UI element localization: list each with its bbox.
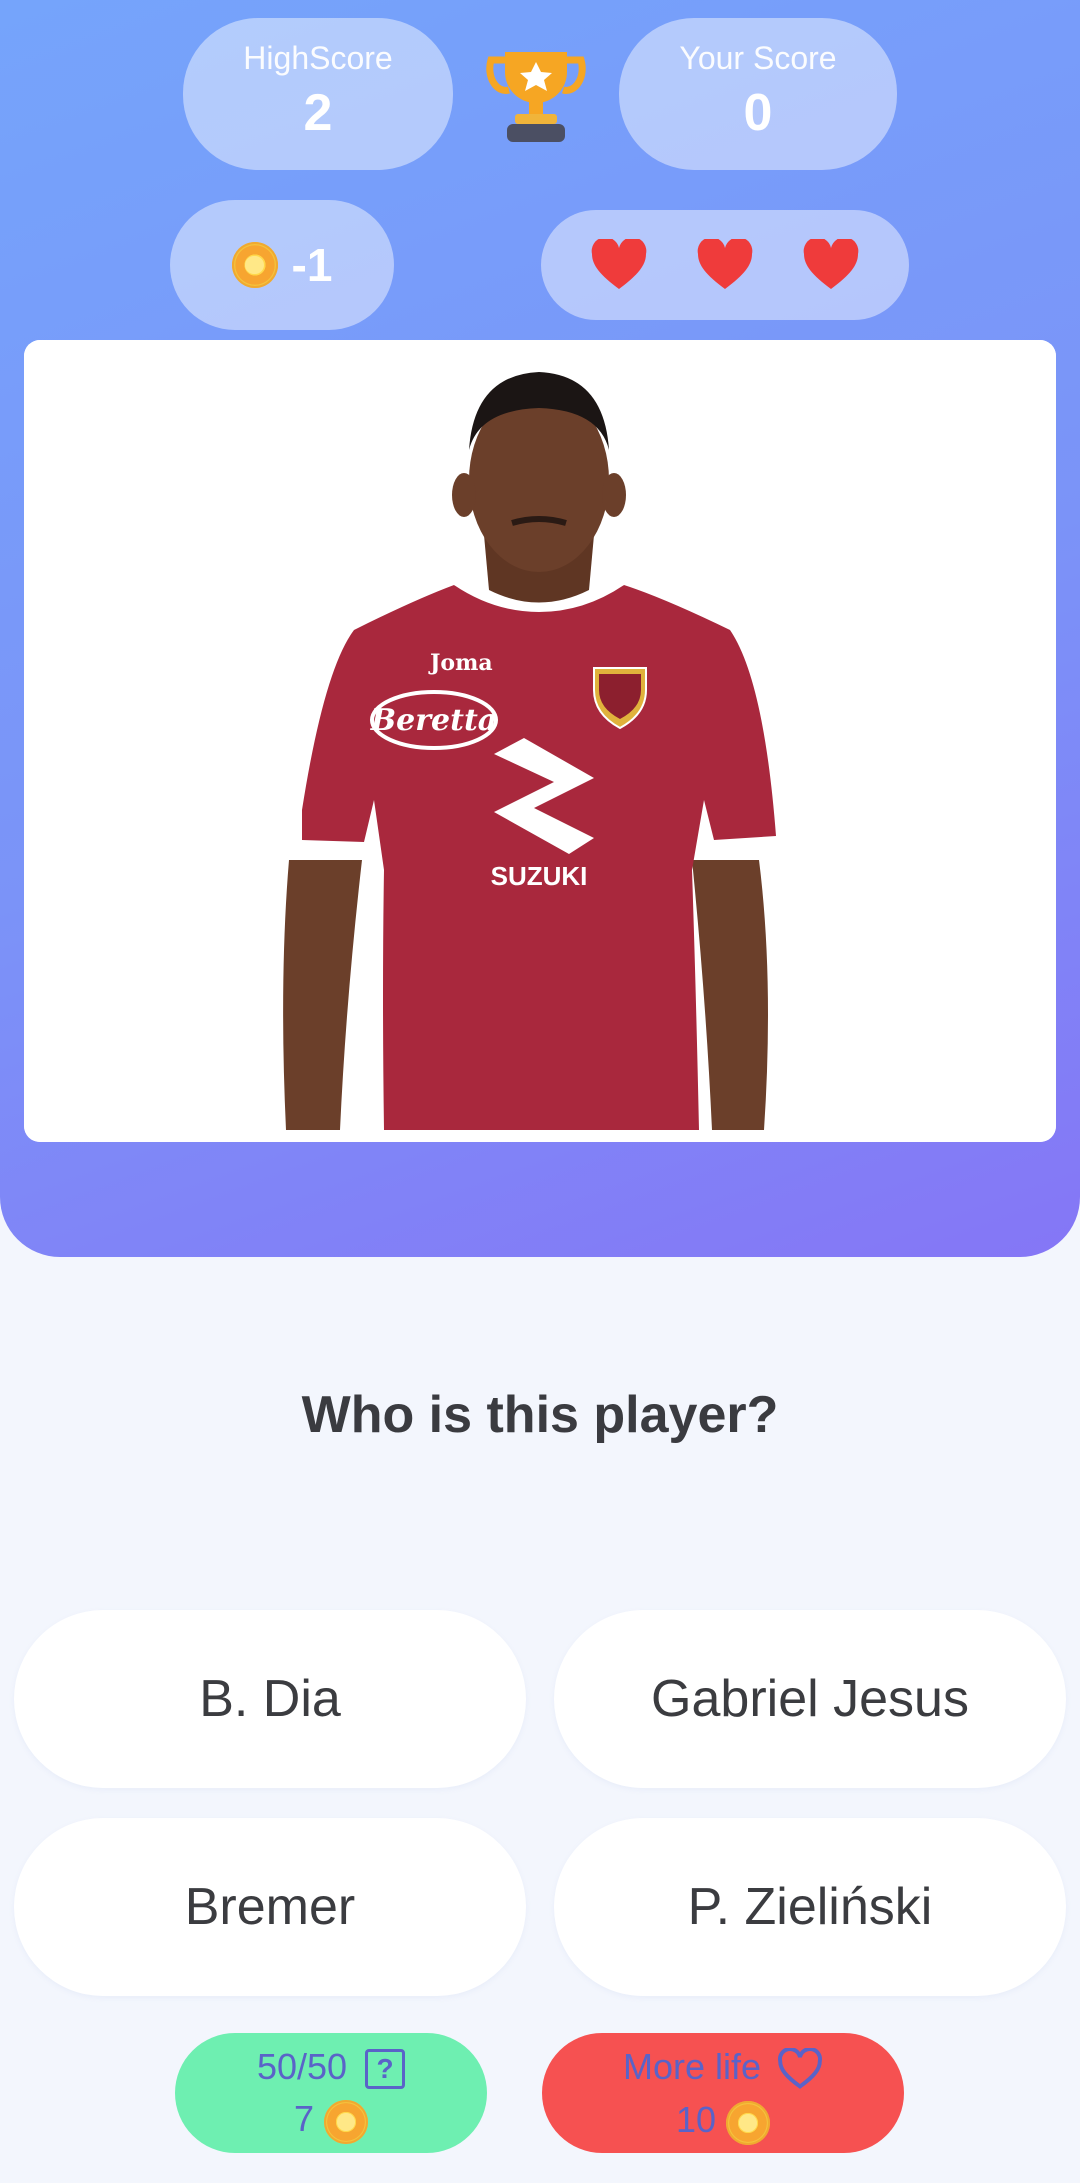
question-text: Who is this player? bbox=[301, 1386, 779, 1444]
coin-icon bbox=[726, 2100, 771, 2145]
coin-icon bbox=[231, 242, 278, 288]
coin-balance: -1 bbox=[170, 200, 394, 330]
trophy-icon bbox=[479, 38, 593, 152]
heart-icon bbox=[591, 239, 647, 289]
coin-icon bbox=[324, 2099, 369, 2144]
chest-sponsor: SUZUKI bbox=[491, 861, 588, 891]
highscore-card: HighScore 2 bbox=[183, 18, 453, 170]
highscore-label: HighScore bbox=[243, 40, 393, 76]
your-score-value: 0 bbox=[743, 84, 773, 142]
player-image: Joma Beretta SUZUKI bbox=[24, 340, 1056, 1142]
question-box-icon: ? bbox=[365, 2049, 406, 2090]
your-score-label: Your Score bbox=[679, 40, 837, 76]
more-life-cost: 10 bbox=[675, 2099, 717, 2141]
header-panel: HighScore 2 Your Score 0 -1 Joma Beretta… bbox=[0, 0, 1080, 1257]
coin-balance-value: -1 bbox=[291, 239, 333, 291]
heart-icon bbox=[697, 239, 753, 289]
fifty-fifty-label: 50/50 bbox=[256, 2046, 348, 2087]
more-life-button[interactable]: More life 10 bbox=[542, 2033, 904, 2153]
fifty-fifty-button[interactable]: 50/50 ? 7 bbox=[175, 2033, 487, 2153]
highscore-value: 2 bbox=[303, 84, 333, 142]
more-life-label: More life bbox=[622, 2046, 762, 2087]
answer-option-3[interactable]: Bremer bbox=[14, 1818, 526, 1996]
your-score-card: Your Score 0 bbox=[619, 18, 897, 170]
heart-outline-icon bbox=[778, 2047, 823, 2090]
lives-indicator bbox=[541, 210, 909, 320]
heart-icon bbox=[803, 239, 859, 289]
answer-option-1[interactable]: B. Dia bbox=[14, 1610, 526, 1788]
answer-option-4[interactable]: P. Zieliński bbox=[554, 1818, 1066, 1996]
answer-option-2[interactable]: Gabriel Jesus bbox=[554, 1610, 1066, 1788]
kit-brand: Joma bbox=[428, 650, 493, 676]
left-sponsor: Beretta bbox=[370, 703, 498, 738]
player-photo: Joma Beretta SUZUKI bbox=[24, 340, 1056, 1142]
fifty-fifty-cost: 7 bbox=[293, 2098, 314, 2140]
